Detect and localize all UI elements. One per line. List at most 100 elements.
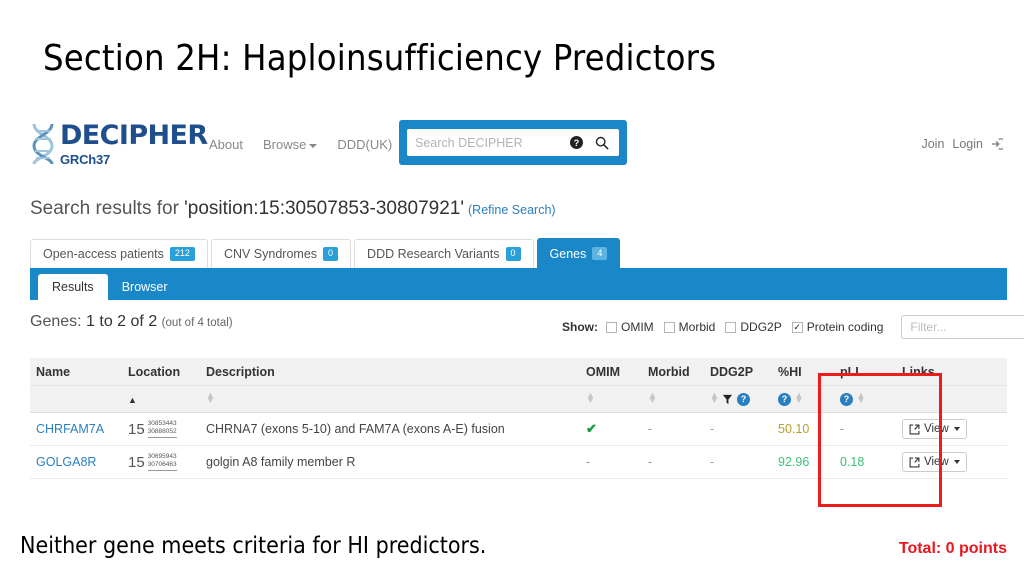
- filter-funnel-icon[interactable]: [722, 394, 733, 405]
- sort-arrows-icon[interactable]: ▲: [128, 396, 137, 405]
- pli-value: -: [840, 422, 845, 436]
- subtab-results[interactable]: Results: [38, 274, 108, 300]
- external-link-icon: [909, 457, 920, 467]
- tab-ddd-research-variants[interactable]: DDD Research Variants 0: [354, 239, 534, 268]
- decipher-screenshot: DECIPHER GRCh37 About Browse DDD(UK) ? J…: [22, 110, 1024, 522]
- col-header-ddg2p[interactable]: DDG2P: [704, 358, 772, 386]
- sort-control-percent-hi[interactable]: ? ▲ ▼: [772, 385, 834, 413]
- tab-label: DDD Research Variants: [367, 247, 500, 261]
- view-dropdown-button[interactable]: View: [902, 452, 967, 472]
- main-nav: About Browse DDD(UK): [209, 137, 392, 152]
- ddg2p-value: -: [710, 455, 715, 469]
- logo-wordmark: DECIPHER: [60, 120, 208, 151]
- subtab-browser[interactable]: Browser: [108, 274, 182, 300]
- percent-hi-value: 50.10: [778, 422, 810, 436]
- tab-label: Open-access patients: [43, 247, 164, 261]
- search-help-icon[interactable]: ?: [570, 136, 583, 149]
- sort-control-description[interactable]: ▲ ▼: [200, 385, 580, 413]
- col-header-pli[interactable]: pLI: [834, 358, 896, 386]
- col-header-description[interactable]: Description: [200, 358, 580, 386]
- nav-item-about[interactable]: About: [209, 137, 243, 152]
- decipher-logo[interactable]: DECIPHER GRCh37: [30, 122, 208, 166]
- ddg2p-help-icon[interactable]: ?: [736, 393, 750, 407]
- sort-arrows-icon[interactable]: ▲ ▼: [648, 391, 657, 405]
- pli-value: 0.18: [840, 455, 865, 469]
- sort-arrows-icon[interactable]: ▲ ▼: [710, 390, 719, 405]
- checkbox-protein-coding[interactable]: ✓ Protein coding: [791, 320, 883, 334]
- checkbox-label: DDG2P: [740, 320, 782, 334]
- table-header-row: Name Location Description OMIM Morbid DD…: [30, 358, 1007, 386]
- location-end: 30888052: [147, 428, 177, 435]
- search-container: ?: [399, 120, 627, 165]
- tab-cnv-syndromes[interactable]: CNV Syndromes 0: [210, 239, 352, 268]
- col-header-morbid[interactable]: Morbid: [642, 358, 704, 386]
- nav-item-ddd-uk[interactable]: DDD(UK): [337, 137, 392, 152]
- tab-genes[interactable]: Genes 4: [536, 238, 621, 268]
- show-filter-row: Show: OMIM Morbid DDG2P ✓ Protein coding: [562, 315, 1024, 339]
- pli-help-icon[interactable]: ?: [840, 393, 853, 407]
- percent-hi-help-icon[interactable]: ?: [778, 393, 791, 407]
- genes-subtab-bar: Results Browser: [30, 268, 1007, 300]
- search-box[interactable]: ?: [407, 129, 619, 156]
- table-row[interactable]: CHRFAM7A 15 30853443 30888052 CHRNA7 (ex…: [30, 412, 1007, 446]
- sort-control-location[interactable]: ▲: [122, 385, 200, 413]
- join-link[interactable]: Join: [921, 137, 944, 151]
- sort-control-morbid[interactable]: ▲ ▼: [642, 385, 704, 413]
- col-header-location[interactable]: Location: [122, 358, 200, 386]
- gene-name-link[interactable]: CHRFAM7A: [36, 422, 104, 436]
- tab-count-badge: 0: [323, 247, 339, 261]
- col-header-percent-hi[interactable]: %HI: [772, 358, 834, 386]
- sort-arrows-icon[interactable]: ▲ ▼: [206, 391, 215, 405]
- checkbox-morbid[interactable]: Morbid: [663, 320, 715, 334]
- search-results-heading: Search results for 'position:15:30507853…: [30, 198, 556, 220]
- tab-open-access-patients[interactable]: Open-access patients 212: [30, 239, 208, 268]
- location-start: 30853443: [147, 419, 177, 427]
- col-header-links[interactable]: Links: [896, 358, 1007, 386]
- genes-summary: Genes: 1 to 2 of 2 (out of 4 total): [30, 313, 233, 331]
- login-arrow-icon[interactable]: [991, 138, 1003, 150]
- tab-count-badge: 4: [592, 246, 608, 261]
- view-label: View: [924, 456, 949, 468]
- morbid-value: -: [648, 455, 653, 469]
- chevron-down-icon: [309, 143, 318, 148]
- morbid-value: -: [648, 422, 653, 436]
- search-input[interactable]: [413, 134, 570, 151]
- show-label: Show:: [562, 320, 598, 334]
- refine-search-link[interactable]: (Refine Search): [468, 203, 556, 217]
- tab-label: Genes: [549, 246, 587, 261]
- location-start: 30695943: [147, 452, 177, 460]
- sort-arrows-icon[interactable]: ▲ ▼: [586, 391, 595, 405]
- col-header-omim[interactable]: OMIM: [580, 358, 642, 386]
- ddg2p-value: -: [710, 422, 715, 436]
- table-filter-input[interactable]: [901, 315, 1024, 339]
- table-row[interactable]: GOLGA8R 15 30695943 30706463 golgin A8 f…: [30, 445, 1007, 479]
- genes-summary-range: 1 to 2 of 2: [86, 313, 158, 330]
- sort-cell-links: [896, 385, 1007, 413]
- site-header: DECIPHER GRCh37 About Browse DDD(UK) ? J…: [22, 110, 1007, 172]
- view-dropdown-button[interactable]: View: [902, 419, 967, 439]
- search-icon[interactable]: [595, 136, 609, 150]
- sort-arrows-icon[interactable]: ▲ ▼: [856, 390, 865, 405]
- checkbox-ddg2p[interactable]: DDG2P: [725, 320, 782, 334]
- results-query: 'position:15:30507853-30807921': [184, 198, 465, 219]
- chevron-down-icon: [953, 427, 960, 431]
- sort-control-ddg2p[interactable]: ▲ ▼ ?: [704, 385, 772, 413]
- sort-arrows-icon[interactable]: ▲ ▼: [794, 390, 803, 405]
- gene-name-link[interactable]: GOLGA8R: [36, 455, 96, 469]
- sort-control-pli[interactable]: ? ▲ ▼: [834, 385, 896, 413]
- view-label: View: [924, 423, 949, 435]
- slide-title: Section 2H: Haploinsufficiency Predictor…: [43, 38, 717, 79]
- sort-cell-name: [30, 385, 122, 413]
- tab-count-badge: 212: [169, 247, 195, 261]
- sort-control-omim[interactable]: ▲ ▼: [580, 385, 642, 413]
- nav-item-browse[interactable]: Browse: [263, 137, 318, 152]
- gene-location: 15 30853443 30888052: [128, 419, 177, 439]
- login-link[interactable]: Login: [952, 137, 983, 151]
- checkbox-box: [663, 321, 675, 333]
- results-prefix: Search results for: [30, 198, 185, 219]
- col-header-name[interactable]: Name: [30, 358, 122, 386]
- account-links: Join Login: [921, 137, 1003, 151]
- location-end: 30706463: [147, 461, 177, 468]
- checkbox-omim[interactable]: OMIM: [606, 320, 654, 334]
- gene-description: golgin A8 family member R: [206, 455, 356, 469]
